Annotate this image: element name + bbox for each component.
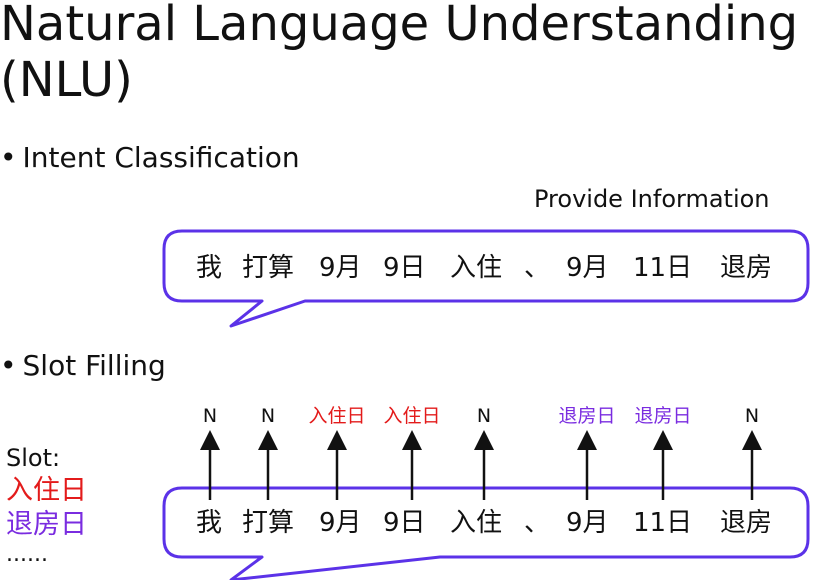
intent-sentence-token: 9月: [319, 253, 362, 283]
slot-legend-checkout: 退房日: [6, 509, 87, 540]
intent-sentence-token: 11日: [633, 253, 693, 283]
intent-sentence-token: 入住: [450, 253, 503, 283]
slot-sentence-token: 9月: [319, 508, 362, 538]
slot-tag: 退房日: [558, 405, 616, 427]
slot-sentence-token: 11日: [633, 508, 693, 538]
slot-sentence-token: 入住: [450, 508, 503, 538]
bullet-slot-filling: • Slot Filling: [0, 349, 166, 383]
slot-legend-checkin: 入住日: [6, 475, 87, 506]
slot-sentence-token: 9月: [566, 508, 609, 538]
intent-sentence-token: 、: [524, 253, 551, 283]
slot-legend-more: ......: [6, 542, 48, 567]
slot-tag: N: [202, 405, 218, 427]
slot-sentence: 我打算 9月 9日 入住、 9月 11日 退房: [0, 508, 817, 538]
slot-sentence-token: 打算: [242, 508, 295, 538]
diagram-canvas: [162, 229, 810, 580]
bullet-dot: •: [0, 349, 17, 382]
slot-tag: 入住日: [308, 405, 366, 427]
slot-legend: Slot: 入住日 退房日 ......: [6, 442, 87, 568]
intent-sentence-token: 退房: [720, 253, 773, 283]
intent-sentence: 我打算 9月 9日 入住、 9月 11日 退房: [0, 253, 817, 283]
slot-tag: 退房日: [634, 405, 692, 427]
intent-sentence-token: 打算: [242, 253, 295, 283]
bullet-slot-label: Slot Filling: [22, 349, 166, 382]
slot-sentence-token: 我: [196, 508, 223, 538]
slot-tag: N: [476, 405, 492, 427]
slot-sentence-token: 、: [524, 508, 551, 538]
slot-legend-label: Slot:: [6, 444, 61, 472]
slot-tag: 入住日: [383, 405, 441, 427]
slot-sentence-token: 退房: [720, 508, 773, 538]
intent-sentence-token: 9月: [566, 253, 609, 283]
slot-tag: N: [744, 405, 760, 427]
slot-tag: N: [260, 405, 276, 427]
intent-sentence-token: 9日: [383, 253, 426, 283]
intent-sentence-token: 我: [196, 253, 223, 283]
slot-sentence-token: 9日: [383, 508, 426, 538]
